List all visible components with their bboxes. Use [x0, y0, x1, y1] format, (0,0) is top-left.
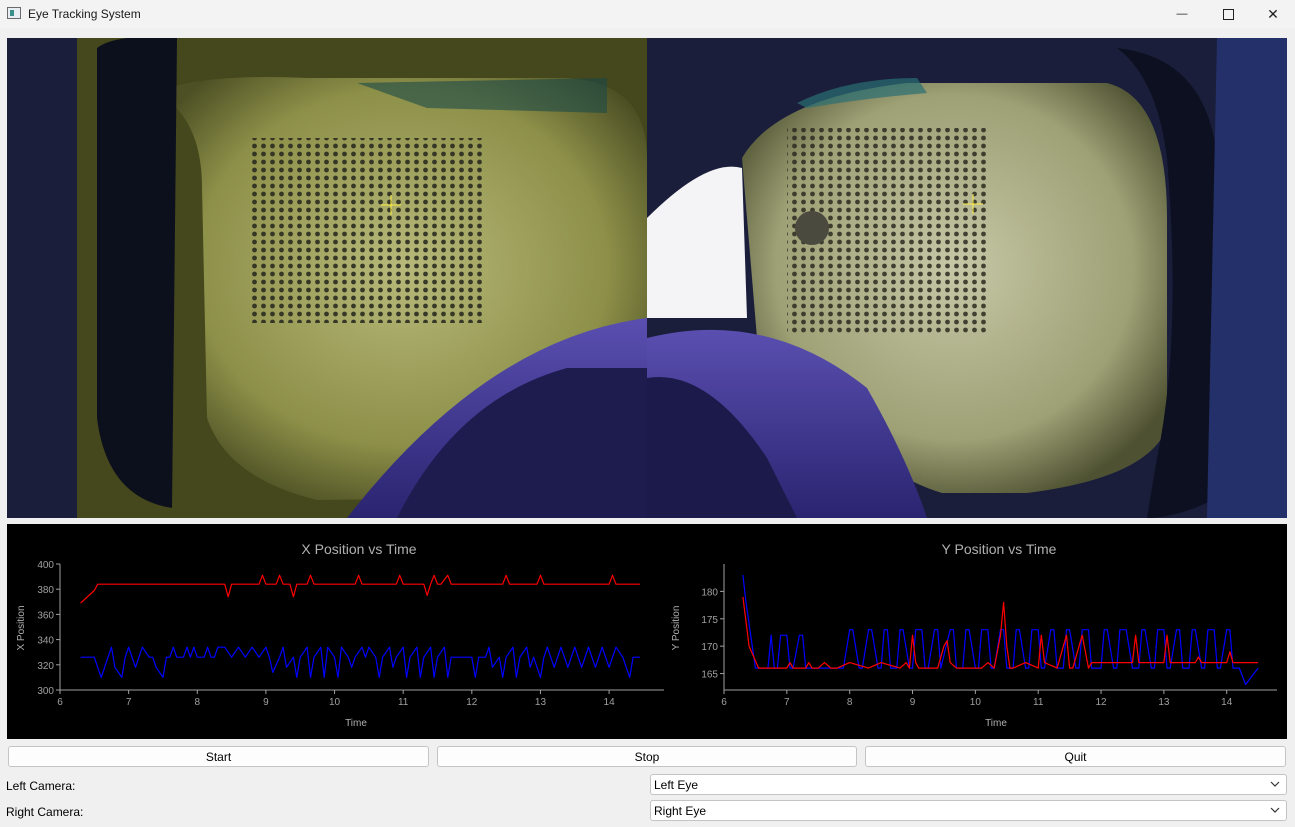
x-plot-y-tick-label: 340	[37, 636, 54, 647]
x-position-plot: X Position vs Time Time X Position 6 7 8 9 1…	[16, 541, 664, 729]
left-camera-select[interactable]: Left Eye	[650, 774, 1287, 795]
chevron-down-icon	[1270, 781, 1280, 787]
y-plot-x-tick-label: 8	[847, 697, 853, 708]
x-plot-x-tick-label: 6	[57, 697, 63, 708]
position-plots: X Position vs Time Time X Position 6 7 8 9 1…	[16, 541, 1277, 729]
x-plot-y-tick-label: 320	[37, 661, 54, 672]
maximize-button[interactable]	[1205, 0, 1251, 28]
x-plot-y-tick-label: 380	[37, 585, 54, 596]
left-camera-label: Left Camera:	[6, 779, 76, 793]
quit-button[interactable]: Quit	[865, 746, 1286, 767]
x-plot-x-tick-label: 12	[466, 697, 478, 708]
y-plot-x-tick-label: 9	[910, 697, 916, 708]
close-icon: ✕	[1267, 5, 1279, 22]
window-title: Eye Tracking System	[28, 7, 141, 21]
y-plot-x-tick-label: 10	[970, 697, 982, 708]
x-plot-ylabel: X Position	[16, 605, 27, 650]
right-camera-label: Right Camera:	[6, 805, 84, 819]
x-plot-series-line-2	[80, 646, 640, 678]
y-plot-ylabel: Y Position	[671, 606, 682, 651]
y-plot-y-tick-label: 170	[701, 642, 718, 653]
y-plot-y-tick-label: 175	[701, 615, 718, 626]
start-button[interactable]: Start	[8, 746, 429, 767]
y-plot-y-tick-label: 180	[701, 587, 718, 598]
y-position-plot: Y Position vs Time Time Y Position 6 7 8 9 1…	[671, 541, 1277, 729]
x-plot-y-tick-label: 400	[37, 560, 54, 571]
stop-button[interactable]: Stop	[437, 746, 857, 767]
x-plot-x-tick-label: 7	[126, 697, 132, 708]
y-plot-x-tick-label: 11	[1033, 697, 1044, 708]
x-plot-xlabel: Time	[345, 718, 367, 729]
close-button[interactable]: ✕	[1250, 0, 1295, 28]
y-plot-x-tick-label: 6	[721, 697, 727, 708]
x-plot-x-tick-label: 10	[329, 697, 341, 708]
plots-panel: X Position vs Time Time X Position 6 7 8 9 1…	[7, 524, 1287, 739]
x-plot-x-tick-label: 13	[535, 697, 547, 708]
x-plot-x-tick-label: 8	[194, 697, 200, 708]
x-plot-x-tick-label: 14	[604, 697, 616, 708]
right-camera-value: Right Eye	[654, 804, 707, 818]
y-plot-x-tick-label: 12	[1095, 697, 1107, 708]
chevron-down-icon	[1270, 807, 1280, 813]
camera-view	[7, 38, 1287, 518]
minimize-icon: —	[1176, 8, 1188, 20]
y-plot-x-tick-label: 13	[1158, 697, 1170, 708]
x-plot-series-line-1	[80, 574, 640, 604]
maximize-icon	[1222, 8, 1234, 20]
camera-feed-image	[7, 38, 1287, 518]
y-plot-x-tick-label: 14	[1221, 697, 1233, 708]
y-plot-xlabel: Time	[985, 718, 1007, 729]
x-plot-x-tick-label: 9	[263, 697, 269, 708]
x-plot-title: X Position vs Time	[301, 541, 416, 557]
y-plot-series-line-2	[742, 596, 1259, 669]
minimize-button[interactable]: —	[1159, 0, 1205, 28]
title-bar: Eye Tracking System — ✕	[0, 0, 1295, 28]
y-plot-title: Y Position vs Time	[942, 541, 1057, 557]
x-plot-y-tick-label: 360	[37, 610, 54, 621]
y-plot-x-tick-label: 7	[784, 697, 790, 708]
right-camera-select[interactable]: Right Eye	[650, 800, 1287, 821]
y-plot-y-tick-label: 165	[701, 670, 718, 681]
x-plot-y-tick-label: 300	[37, 686, 54, 697]
x-plot-x-tick-label: 11	[398, 697, 409, 708]
app-icon	[7, 7, 21, 19]
left-camera-value: Left Eye	[654, 778, 699, 792]
